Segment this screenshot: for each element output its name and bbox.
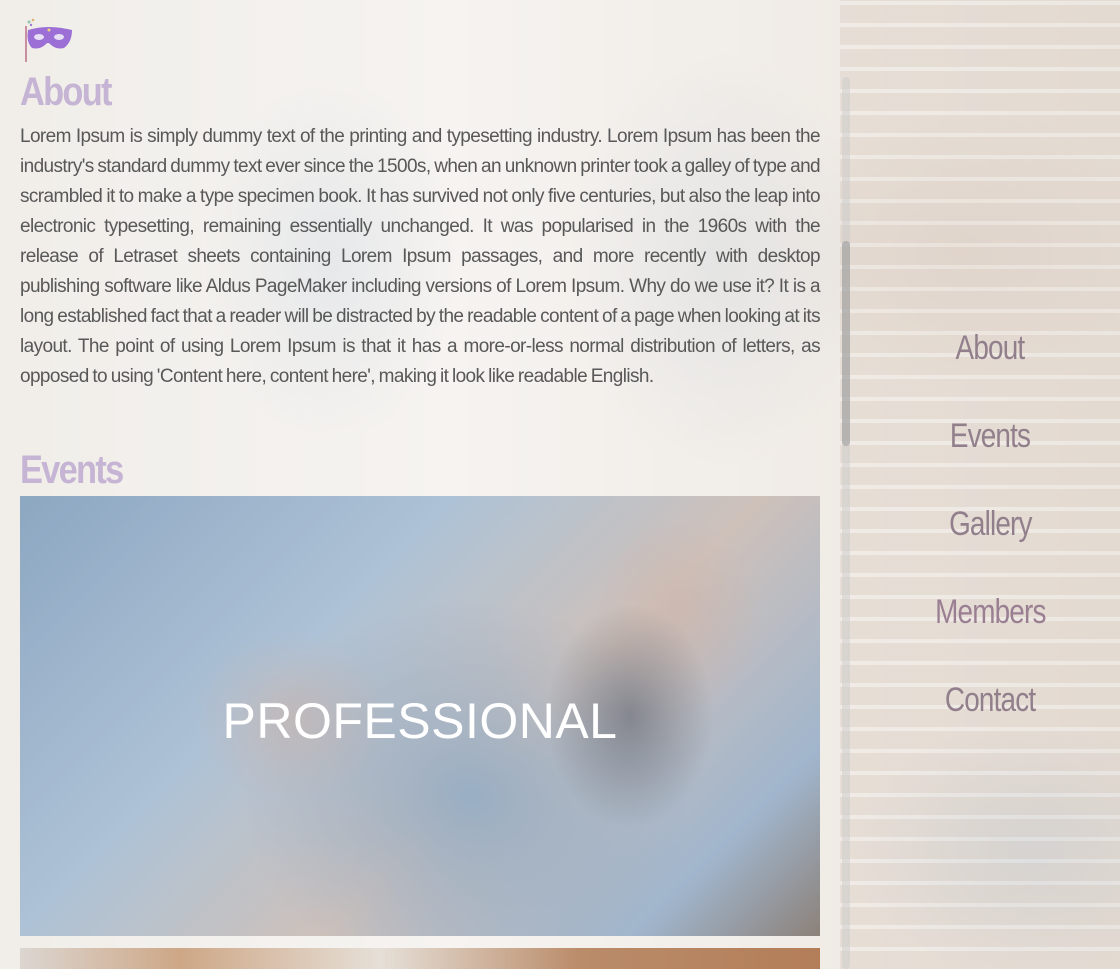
about-body-text: Lorem Ipsum is simply dummy text of the … [20, 126, 821, 387]
nav-item-events: Events [900, 412, 1080, 500]
nav-link-about[interactable]: About [956, 324, 1026, 372]
events-heading: Events [20, 448, 124, 492]
about-heading: About [20, 70, 112, 114]
content-scrollbar[interactable] [842, 77, 850, 969]
event-card-label: PROFESSIONAL [222, 693, 618, 749]
event-card-professional[interactable]: PROFESSIONAL [20, 496, 820, 936]
nav-link-contact[interactable]: Contact [945, 676, 1036, 724]
main-content: About Lorem Ipsum is simply dummy text o… [20, 68, 821, 969]
nav-item-about: About [900, 324, 1080, 412]
masquerade-mask-icon[interactable] [22, 16, 74, 64]
scrollbar-thumb[interactable] [842, 241, 850, 446]
nav-link-gallery[interactable]: Gallery [949, 500, 1032, 548]
nav-item-members: Members [900, 588, 1080, 676]
nav-link-members[interactable]: Members [935, 588, 1046, 636]
event-card-next[interactable] [20, 948, 820, 969]
nav-item-gallery: Gallery [900, 500, 1080, 588]
side-navigation: About Events Gallery Members Contact [900, 324, 1080, 764]
nav-link-events[interactable]: Events [950, 412, 1031, 460]
about-section: About Lorem Ipsum is simply dummy text o… [20, 68, 821, 392]
events-section: Events PROFESSIONAL [20, 446, 820, 969]
nav-item-contact: Contact [900, 676, 1080, 764]
